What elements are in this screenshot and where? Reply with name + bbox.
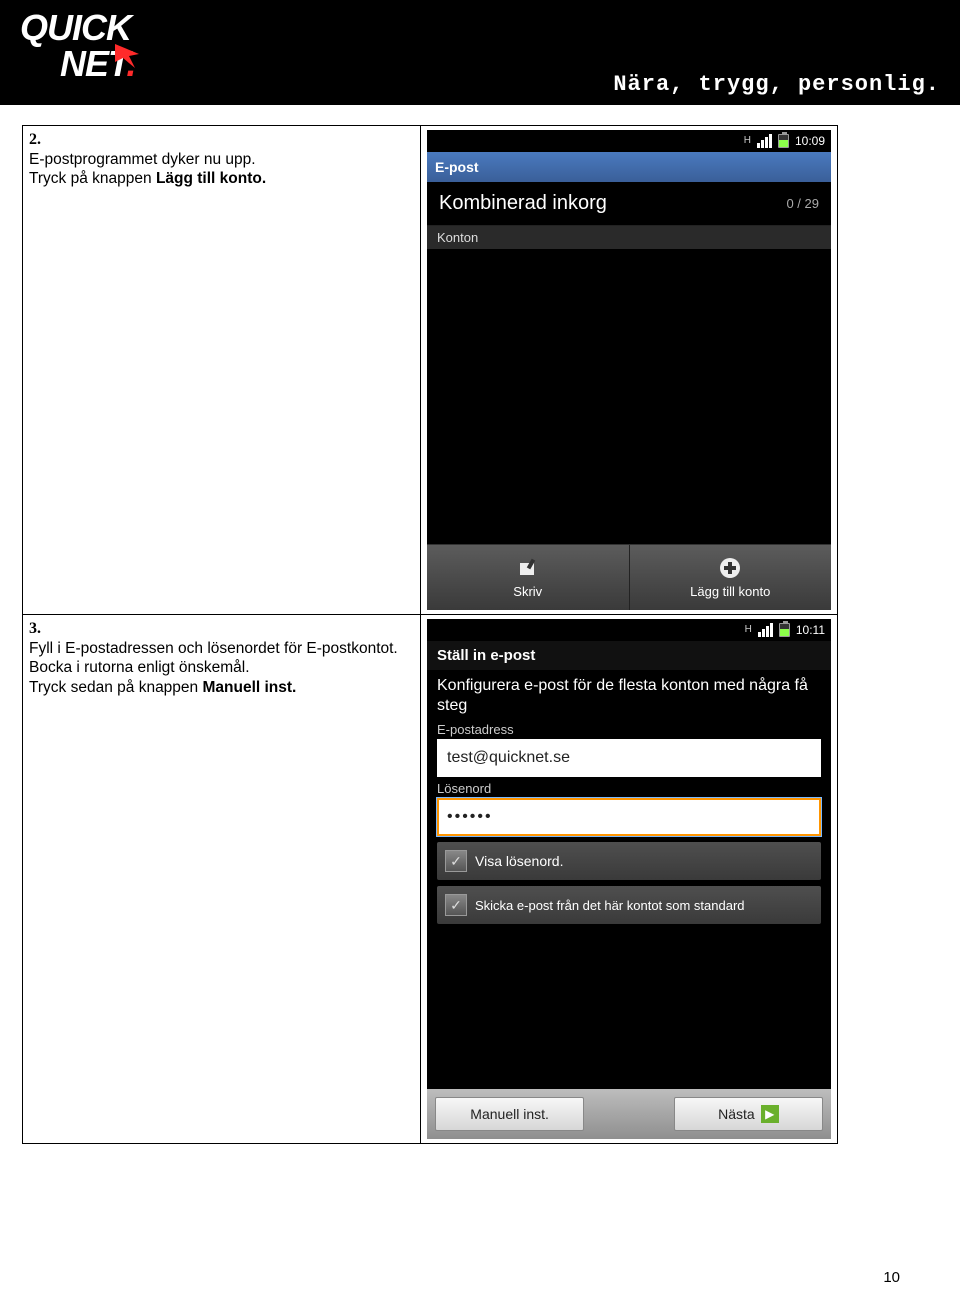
app-title-bar: E-post	[427, 152, 831, 182]
empty-accounts-area	[427, 249, 831, 544]
logo-arrow-icon	[115, 44, 155, 68]
manual-setup-label: Manuell inst.	[470, 1106, 549, 1122]
logo-line1: QUICK	[20, 10, 200, 46]
write-button[interactable]: Skriv	[427, 545, 629, 610]
compose-icon	[516, 556, 540, 580]
step3-line3b: Manuell inst.	[202, 679, 296, 696]
inbox-count: 0 / 29	[786, 196, 819, 211]
step3-line3a: Tryck sedan på knappen	[29, 679, 202, 696]
add-account-button[interactable]: Lägg till konto	[629, 545, 832, 610]
status-time: 10:11	[796, 623, 825, 637]
default-account-checkbox-row[interactable]: ✓ Skicka e-post från det här kontot som …	[437, 886, 821, 924]
step-number: 3.	[29, 619, 414, 639]
step3-line2: Bocka i rutorna enligt önskemål.	[29, 658, 414, 677]
screenshot-cell-1: H 10:09 E-post Kombinerad inkorg 0 / 29 …	[421, 126, 838, 615]
step3-line3: Tryck sedan på knappen Manuell inst.	[29, 678, 414, 697]
default-account-label: Skicka e-post från det här kontot som st…	[475, 898, 745, 913]
password-field[interactable]	[437, 798, 821, 836]
show-password-checkbox-row[interactable]: ✓ Visa lösenord.	[437, 842, 821, 880]
instruction-table: 2. E-postprogrammet dyker nu upp. Tryck …	[22, 125, 838, 1144]
show-password-label: Visa lösenord.	[475, 853, 563, 869]
screenshot-cell-2: H 10:11 Ställ in e-post Konfigurera e-po…	[421, 615, 838, 1144]
setup-description: Konfigurera e-post för de flesta konton …	[437, 676, 821, 716]
page-header: QUICK NET. Nära, trygg, personlig.	[0, 0, 960, 105]
statusbar: H 10:09	[427, 130, 831, 152]
signal-icon	[758, 623, 773, 637]
next-label: Nästa	[718, 1106, 755, 1122]
email-field[interactable]	[437, 739, 821, 777]
battery-icon	[779, 623, 790, 637]
checkbox-icon: ✓	[445, 850, 467, 872]
setup-screen-title: Ställ in e-post	[427, 641, 831, 670]
statusbar: H 10:11	[427, 619, 831, 641]
quicknet-logo: QUICK NET.	[20, 10, 200, 82]
combined-inbox-row[interactable]: Kombinerad inkorg 0 / 29	[427, 182, 831, 226]
step2-line2: Tryck på knappen Lägg till konto.	[29, 169, 414, 188]
signal-icon	[757, 134, 772, 148]
accounts-section-header: Konton	[427, 226, 831, 249]
next-button[interactable]: Nästa ▶	[674, 1097, 823, 1131]
bottom-actionbar: Skriv Lägg till konto	[427, 544, 831, 610]
step2-line2a: Tryck på knappen	[29, 170, 156, 187]
step2-line2b: Lägg till konto.	[156, 170, 266, 187]
network-h-icon: H	[744, 136, 751, 146]
instruction-cell-step3: 3. Fyll i E-postadressen och lösenordet …	[23, 615, 421, 1144]
step3-line1: Fyll i E-postadressen och lösenordet för…	[29, 639, 414, 658]
email-field-label: E-postadress	[437, 722, 821, 737]
network-h-icon: H	[745, 625, 752, 635]
battery-icon	[778, 134, 789, 148]
password-field-label: Lösenord	[437, 781, 821, 796]
manual-setup-button[interactable]: Manuell inst.	[435, 1097, 584, 1131]
step2-line1: E-postprogrammet dyker nu upp.	[29, 150, 414, 169]
tagline: Nära, trygg, personlig.	[613, 72, 940, 97]
plus-icon	[718, 556, 742, 580]
write-label: Skriv	[513, 584, 542, 599]
arrow-right-icon: ▶	[761, 1105, 779, 1123]
step-number: 2.	[29, 130, 414, 150]
add-account-label: Lägg till konto	[690, 584, 770, 599]
status-time: 10:09	[795, 134, 825, 148]
phone-screenshot-inbox: H 10:09 E-post Kombinerad inkorg 0 / 29 …	[427, 130, 831, 610]
inbox-title: Kombinerad inkorg	[439, 192, 607, 215]
setup-bottom-bar: Manuell inst. Nästa ▶	[427, 1089, 831, 1139]
page-number: 10	[883, 1269, 900, 1286]
checkbox-icon: ✓	[445, 894, 467, 916]
phone-screenshot-setup: H 10:11 Ställ in e-post Konfigurera e-po…	[427, 619, 831, 1139]
app-title: E-post	[435, 159, 479, 175]
instruction-cell-step2: 2. E-postprogrammet dyker nu upp. Tryck …	[23, 126, 421, 615]
